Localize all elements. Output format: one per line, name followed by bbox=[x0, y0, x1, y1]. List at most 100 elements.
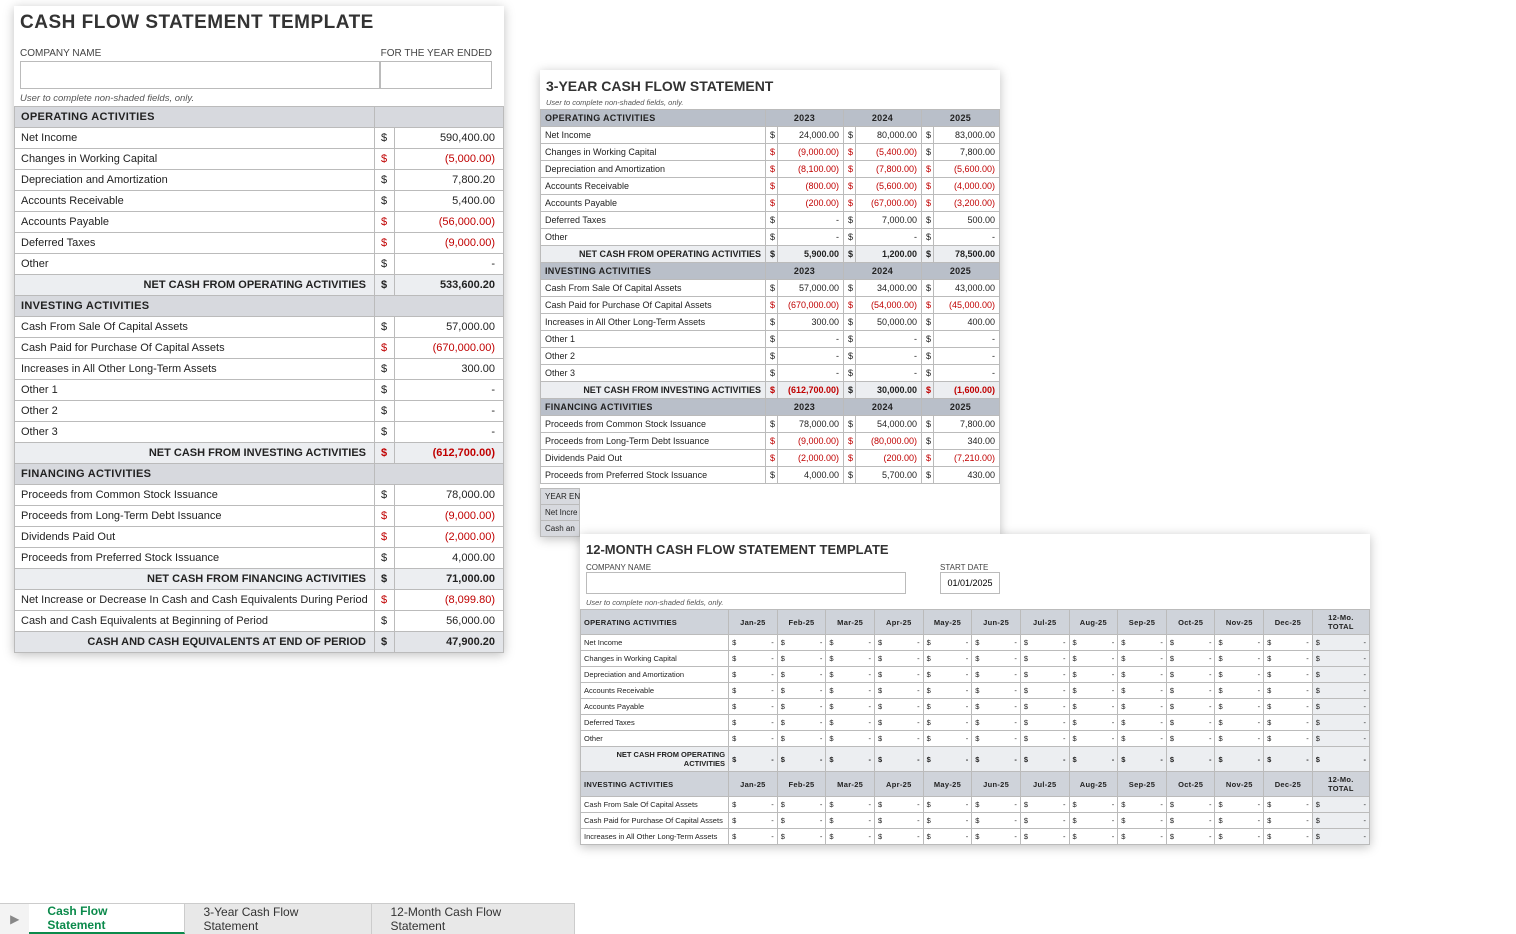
row-value[interactable]: $- bbox=[729, 667, 778, 683]
row-value[interactable]: $- bbox=[1166, 731, 1215, 747]
row-value[interactable]: 83,000.00 bbox=[934, 127, 1000, 144]
row-value[interactable]: $- bbox=[826, 651, 875, 667]
row-value[interactable]: $- bbox=[923, 651, 972, 667]
row-value[interactable]: $- bbox=[1264, 699, 1313, 715]
row-value[interactable]: $- bbox=[1166, 813, 1215, 829]
row-value[interactable]: 4,000.00 bbox=[778, 467, 844, 484]
tab-arrow-right-icon[interactable]: ▶ bbox=[0, 904, 29, 934]
row-value[interactable]: 57,000.00 bbox=[395, 317, 504, 338]
row-value[interactable]: $- bbox=[923, 699, 972, 715]
sheet-tab[interactable]: 3-Year Cash Flow Statement bbox=[185, 904, 372, 934]
row-value[interactable]: $- bbox=[1215, 829, 1264, 845]
row-value[interactable]: $- bbox=[1118, 635, 1167, 651]
row-value[interactable]: (7,210.00) bbox=[934, 450, 1000, 467]
row-value[interactable]: 300.00 bbox=[778, 314, 844, 331]
row-value[interactable]: $- bbox=[923, 635, 972, 651]
row-value[interactable]: - bbox=[934, 331, 1000, 348]
row-value[interactable]: (9,000.00) bbox=[778, 433, 844, 450]
row-value[interactable]: $- bbox=[826, 731, 875, 747]
row-value[interactable]: (2,000.00) bbox=[395, 527, 504, 548]
row-value[interactable]: $- bbox=[972, 683, 1021, 699]
row-value[interactable]: $- bbox=[777, 829, 826, 845]
row-value[interactable]: $- bbox=[1264, 731, 1313, 747]
row-value[interactable]: 430.00 bbox=[934, 467, 1000, 484]
row-value[interactable]: $- bbox=[1118, 813, 1167, 829]
row-value[interactable]: 590,400.00 bbox=[395, 128, 504, 149]
row-value[interactable]: $- bbox=[1069, 699, 1118, 715]
year-input[interactable] bbox=[380, 61, 492, 89]
row-value[interactable]: $- bbox=[874, 731, 923, 747]
row-value[interactable]: (9,000.00) bbox=[395, 233, 504, 254]
row-value[interactable]: 24,000.00 bbox=[778, 127, 844, 144]
row-value[interactable]: $- bbox=[874, 829, 923, 845]
row-value[interactable]: (800.00) bbox=[778, 178, 844, 195]
row-value[interactable]: $- bbox=[1118, 829, 1167, 845]
row-value[interactable]: $- bbox=[826, 683, 875, 699]
row-value[interactable]: $- bbox=[777, 813, 826, 829]
row-value[interactable]: 7,800.20 bbox=[395, 170, 504, 191]
row-value[interactable]: - bbox=[934, 229, 1000, 246]
row-value[interactable]: $- bbox=[1264, 683, 1313, 699]
row-value[interactable]: $- bbox=[777, 699, 826, 715]
row-value[interactable]: $- bbox=[1020, 829, 1069, 845]
row-value[interactable]: $- bbox=[826, 667, 875, 683]
row-value[interactable]: $- bbox=[826, 699, 875, 715]
row-value[interactable]: $- bbox=[1118, 667, 1167, 683]
row-value[interactable]: - bbox=[856, 348, 922, 365]
row-value[interactable]: $- bbox=[1118, 683, 1167, 699]
row-value[interactable]: $- bbox=[874, 667, 923, 683]
row-value[interactable]: 5,400.00 bbox=[395, 191, 504, 212]
row-value[interactable]: 34,000.00 bbox=[856, 280, 922, 297]
row-value[interactable]: 78,000.00 bbox=[395, 485, 504, 506]
row-value[interactable]: $- bbox=[1118, 651, 1167, 667]
row-value[interactable]: - bbox=[934, 365, 1000, 382]
row-value[interactable]: (7,800.00) bbox=[856, 161, 922, 178]
row-value[interactable]: $- bbox=[874, 813, 923, 829]
row-value[interactable]: $- bbox=[1166, 635, 1215, 651]
row-value[interactable]: $- bbox=[1215, 797, 1264, 813]
row-value[interactable]: $- bbox=[972, 813, 1021, 829]
row-value[interactable]: $- bbox=[972, 829, 1021, 845]
row-value[interactable]: $- bbox=[777, 731, 826, 747]
row-value[interactable]: (9,000.00) bbox=[778, 144, 844, 161]
row-value[interactable]: $- bbox=[923, 683, 972, 699]
row-value[interactable]: $- bbox=[1069, 635, 1118, 651]
row-value[interactable]: $- bbox=[729, 715, 778, 731]
row-value[interactable]: 43,000.00 bbox=[934, 280, 1000, 297]
row-value[interactable]: $- bbox=[826, 635, 875, 651]
row-value[interactable]: 4,000.00 bbox=[395, 548, 504, 569]
row-value[interactable]: 7,000.00 bbox=[856, 212, 922, 229]
row-value[interactable]: $- bbox=[729, 699, 778, 715]
row-value[interactable]: $- bbox=[1069, 683, 1118, 699]
row-value[interactable]: $- bbox=[729, 829, 778, 845]
row-value[interactable]: $- bbox=[826, 829, 875, 845]
row-value[interactable]: $- bbox=[1020, 715, 1069, 731]
row-value[interactable]: 500.00 bbox=[934, 212, 1000, 229]
row-value[interactable]: (670,000.00) bbox=[395, 338, 504, 359]
row-value[interactable]: 78,000.00 bbox=[778, 416, 844, 433]
row-value[interactable]: $- bbox=[777, 651, 826, 667]
row-value[interactable]: $- bbox=[729, 651, 778, 667]
row-value[interactable]: $- bbox=[972, 797, 1021, 813]
row-value[interactable]: $- bbox=[874, 797, 923, 813]
row-value[interactable]: $- bbox=[729, 797, 778, 813]
row-value[interactable]: $- bbox=[874, 651, 923, 667]
row-value[interactable]: $- bbox=[1264, 651, 1313, 667]
company-input[interactable] bbox=[20, 61, 380, 89]
row-value[interactable]: $- bbox=[874, 715, 923, 731]
row-value[interactable]: - bbox=[395, 380, 504, 401]
row-value[interactable]: $- bbox=[1069, 797, 1118, 813]
row-value[interactable]: $- bbox=[1166, 651, 1215, 667]
row-value[interactable]: (4,000.00) bbox=[934, 178, 1000, 195]
row-value[interactable]: $- bbox=[1118, 731, 1167, 747]
row-value[interactable]: - bbox=[395, 422, 504, 443]
row-value[interactable]: - bbox=[778, 212, 844, 229]
row-value[interactable]: $- bbox=[1215, 813, 1264, 829]
row-value[interactable]: (5,400.00) bbox=[856, 144, 922, 161]
row-value[interactable]: (5,600.00) bbox=[856, 178, 922, 195]
row-value[interactable]: $- bbox=[874, 699, 923, 715]
row-value[interactable]: $- bbox=[972, 715, 1021, 731]
row-value[interactable]: $- bbox=[972, 731, 1021, 747]
row-value[interactable]: $- bbox=[777, 683, 826, 699]
row-value[interactable]: $- bbox=[777, 797, 826, 813]
